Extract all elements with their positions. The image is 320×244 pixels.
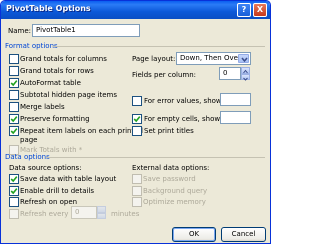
refresh-unit-label: minutes [111,210,140,218]
preserve-formatting-label: Preserve formatting [20,115,90,123]
fields-per-column-label: Fields per column: [132,71,197,79]
name-input[interactable]: PivotTable1 [32,24,140,37]
ok-button[interactable]: OK [172,227,216,242]
data-source-options-header: Data source options: [9,164,82,172]
preserve-formatting-checkbox[interactable] [9,114,19,124]
save-password-label: Save password [143,175,196,183]
optimize-memory-checkbox[interactable] [132,197,142,207]
error-values-label: For error values, show: [144,97,224,105]
name-input-value: PivotTable1 [36,26,76,34]
page-layout-value: Down, Then Over [180,54,241,62]
fields-per-column-value: 0 [223,69,228,77]
merge-labels-label: Merge labels [20,103,65,111]
empty-cells-checkbox[interactable] [132,114,142,124]
refresh-spin-down-icon[interactable] [97,213,106,219]
error-values-checkbox[interactable] [132,96,142,106]
fields-per-column-input[interactable]: 0 [219,67,241,80]
title-bar[interactable]: PivotTable Options ? X [1,1,270,19]
background-query-label: Background query [143,187,208,195]
refresh-every-checkbox[interactable] [9,209,19,219]
subtotal-hidden-page-items-label: Subtotal hidden page items [20,91,117,99]
empty-cells-input[interactable] [220,111,251,124]
error-values-input[interactable] [220,93,251,106]
refresh-on-open-label: Refresh on open [20,198,78,206]
grand-totals-for-columns-checkbox[interactable] [9,54,19,64]
grand-totals-for-rows-checkbox[interactable] [9,66,19,76]
dialog-title: PivotTable Options [6,4,91,13]
save-data-with-table-layout-label: Save data with table layout [20,175,117,183]
repeat-item-labels-on-each-printed-label-continued: page [20,136,38,144]
autoformat-table-checkbox[interactable] [9,78,19,88]
empty-cells-label: For empty cells, show: [144,115,223,123]
set-print-titles-checkbox[interactable] [132,126,142,136]
autoformat-table-label: AutoFormat table [20,79,81,87]
grand-totals-for-rows-label: Grand totals for rows [20,67,94,75]
refresh-spin-up-icon[interactable] [97,206,106,213]
data-options-separator [46,157,265,158]
subtotal-hidden-page-items-checkbox[interactable] [9,90,19,100]
spin-down-icon[interactable] [241,74,250,81]
data-options-header: Data options [5,153,50,161]
merge-labels-checkbox[interactable] [9,102,19,112]
save-password-checkbox[interactable] [132,174,142,184]
cancel-button[interactable]: Cancel [221,227,266,242]
close-button[interactable]: X [253,3,267,17]
refresh-every-value: 0 [75,208,80,216]
name-label: Name: [8,27,32,35]
repeat-item-labels-on-each-printed-checkbox[interactable] [9,126,19,136]
format-options-header: Format options [5,42,58,50]
page-layout-label: Page layout: [132,55,176,63]
repeat-item-labels-on-each-printed-label: Repeat item labels on each printed [20,127,143,135]
help-icon: ? [241,5,247,14]
background-query-checkbox[interactable] [132,186,142,196]
page-layout-dropdown[interactable]: Down, Then Over [176,52,251,65]
external-data-options-header: External data options: [132,164,210,172]
refresh-on-open-checkbox[interactable] [9,197,19,207]
refresh-every-input[interactable]: 0 [71,206,97,219]
save-data-with-table-layout-checkbox[interactable] [9,174,19,184]
refresh-every-label: Refresh every [20,210,69,218]
pivottable-options-dialog: PivotTable Options ? X Name: PivotTable1… [0,0,271,244]
spin-up-icon[interactable] [241,67,250,74]
enable-drill-to-details-checkbox[interactable] [9,186,19,196]
optimize-memory-label: Optimize memory [143,198,206,206]
help-button[interactable]: ? [237,3,251,17]
set-print-titles-label: Set print titles [144,127,194,135]
enable-drill-to-details-label: Enable drill to details [20,187,95,195]
chevron-down-icon[interactable] [238,54,249,63]
close-icon: X [256,5,264,14]
grand-totals-for-columns-label: Grand totals for columns [20,55,107,63]
format-options-separator [53,46,265,47]
